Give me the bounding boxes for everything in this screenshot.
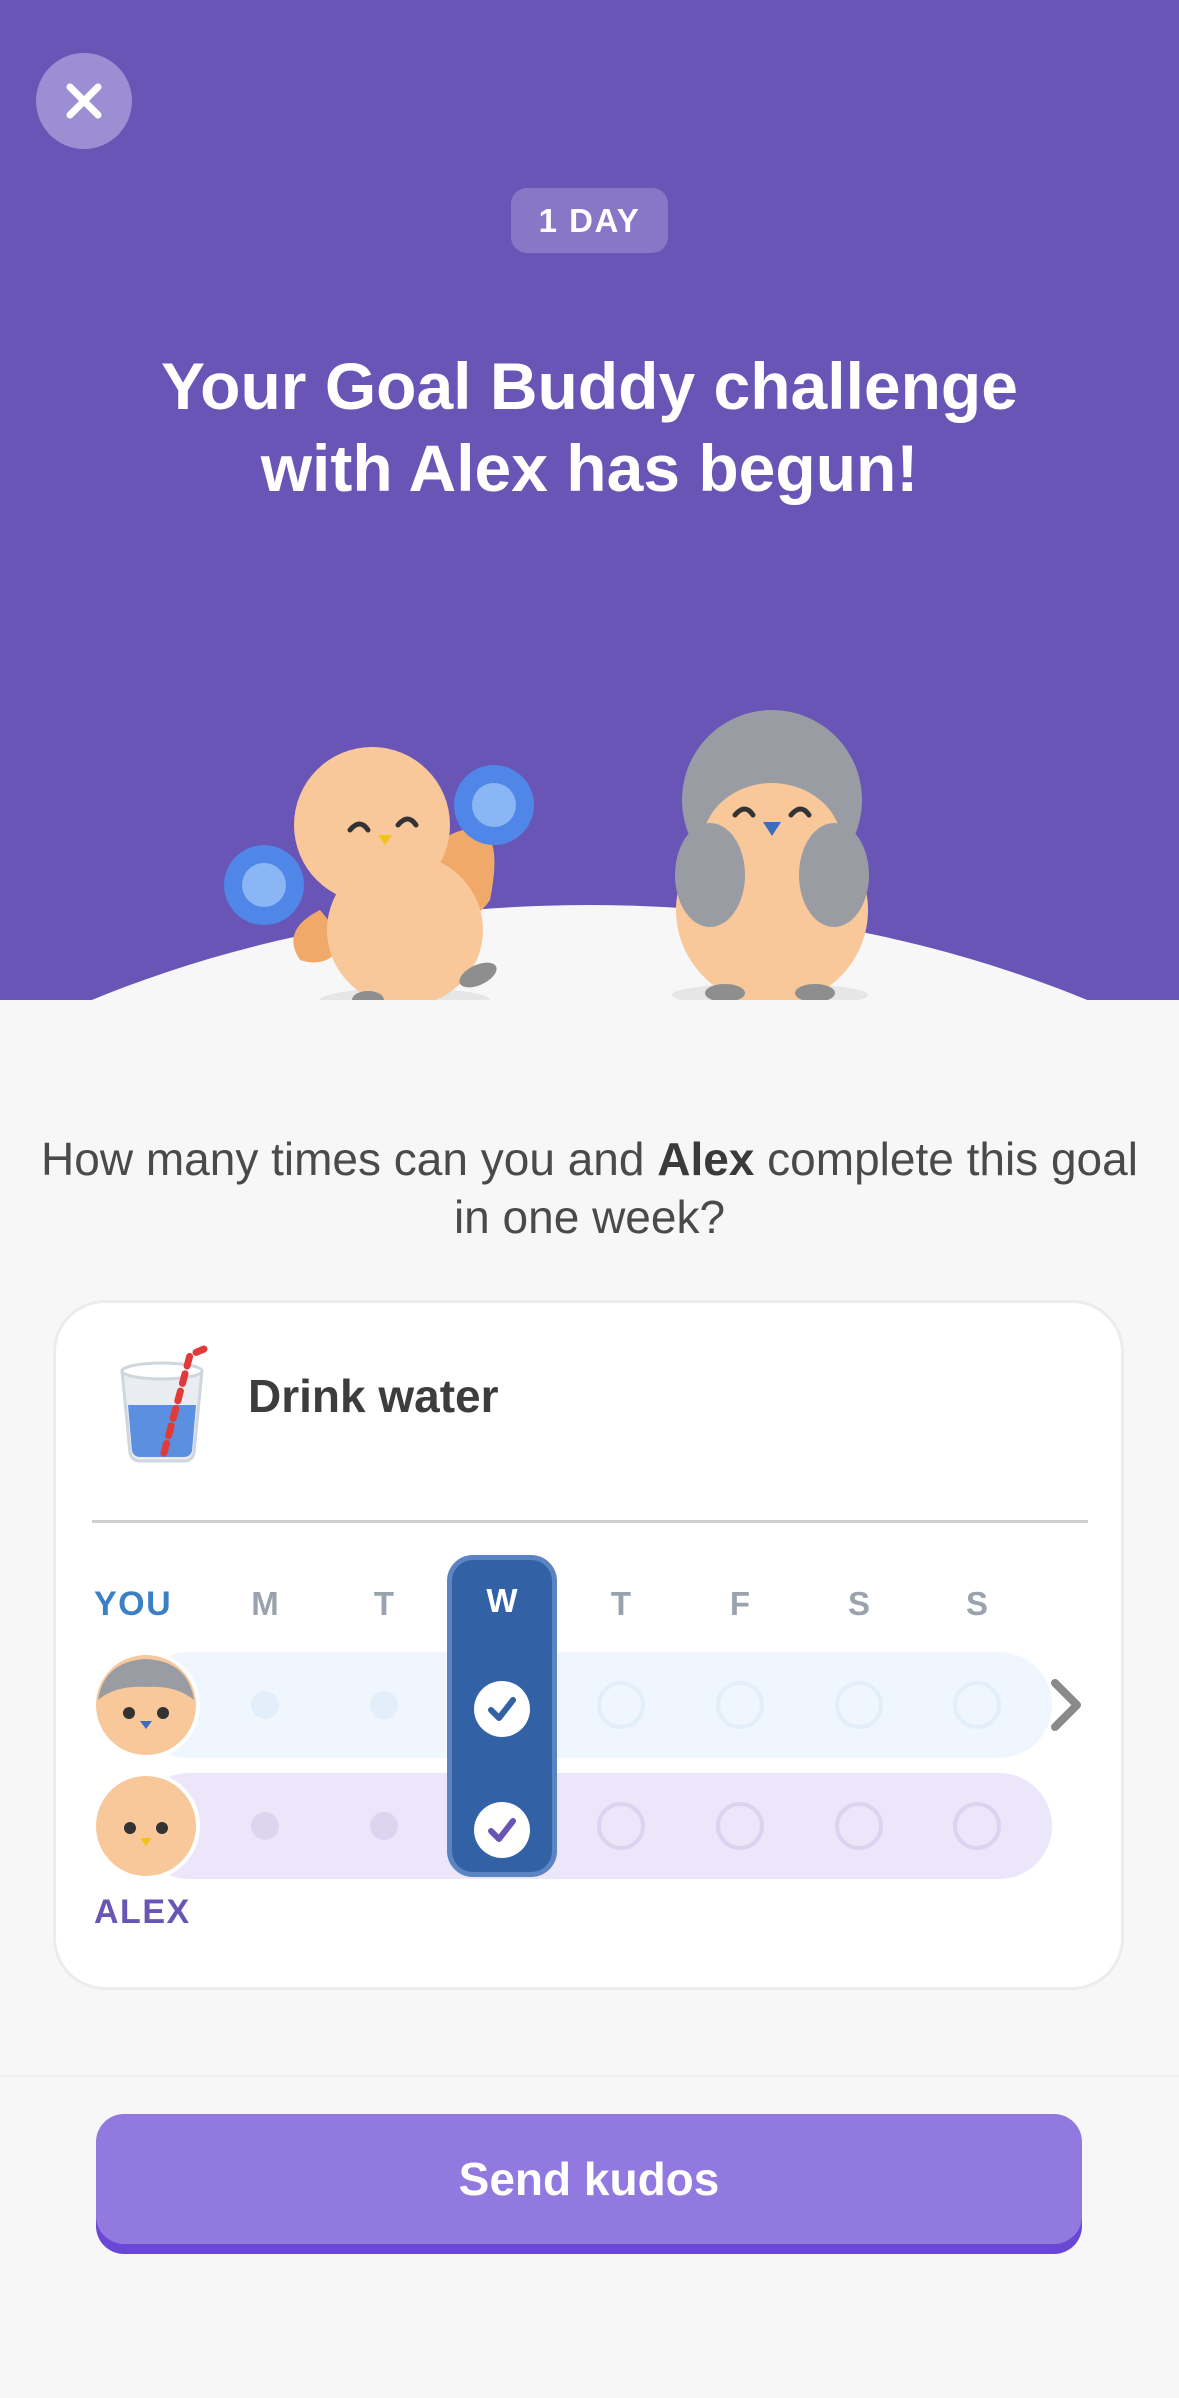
page-title: Your Goal Buddy challenge with Alex has … (60, 345, 1119, 509)
footer: Send kudos (0, 2075, 1179, 2398)
you-day-tue (370, 1691, 398, 1719)
close-icon (66, 83, 102, 119)
send-kudos-button[interactable]: Send kudos (96, 2114, 1082, 2244)
day-badge: 1 DAY (511, 188, 668, 253)
alex-label: ALEX (94, 1893, 191, 1931)
hero-header: 1 DAY Your Goal Buddy challenge with Ale… (0, 0, 1179, 1000)
alex-day-tue (370, 1812, 398, 1840)
day-label-thu: T (610, 1585, 632, 1622)
headline-line-1: Your Goal Buddy challenge (161, 349, 1018, 423)
alex-day-mon (251, 1812, 279, 1840)
today-column: W (447, 1555, 557, 1877)
water-glass-icon (120, 1345, 208, 1463)
you-avatar[interactable] (92, 1651, 200, 1759)
you-day-thu[interactable] (597, 1681, 645, 1729)
shy-bird-icon (672, 710, 869, 1000)
you-avatar-icon (96, 1655, 196, 1755)
alex-day-thu (597, 1802, 645, 1850)
alex-day-wed-done (474, 1802, 530, 1858)
goal-question: How many times can you and Alex complete… (40, 1130, 1139, 1246)
day-label-sun: S (965, 1585, 988, 1622)
day-label-fri: F (729, 1585, 751, 1622)
cheering-bird-icon (224, 747, 534, 1000)
close-button[interactable] (36, 53, 132, 149)
question-buddy-name: Alex (657, 1133, 755, 1185)
goal-card: Drink water YOU M T T F S S W ALEX (53, 1300, 1124, 1990)
alex-avatar-icon (96, 1776, 196, 1876)
you-label: YOU (94, 1585, 173, 1623)
you-day-sun[interactable] (953, 1681, 1001, 1729)
you-day-wed-done[interactable] (474, 1681, 530, 1737)
you-day-mon (251, 1691, 279, 1719)
day-label-tue: T (373, 1585, 395, 1622)
divider (92, 1520, 1088, 1523)
day-label-wed: W (486, 1582, 518, 1619)
checkmark-icon (488, 1697, 516, 1721)
alex-avatar[interactable] (92, 1772, 200, 1880)
goal-title: Drink water (248, 1370, 499, 1422)
question-text-before: How many times can you and (41, 1133, 658, 1185)
alex-day-fri (716, 1802, 764, 1850)
alex-day-sun (953, 1802, 1001, 1850)
chevron-right-icon[interactable] (1041, 1675, 1091, 1735)
day-label-mon: M (251, 1585, 279, 1622)
day-label-sat: S (847, 1585, 870, 1622)
alex-day-sat (835, 1802, 883, 1850)
buddy-characters-illustration (224, 710, 869, 1000)
you-day-fri[interactable] (716, 1681, 764, 1729)
you-day-sat[interactable] (835, 1681, 883, 1729)
headline-line-2: with Alex has begun! (260, 431, 919, 505)
checkmark-icon (488, 1818, 516, 1842)
